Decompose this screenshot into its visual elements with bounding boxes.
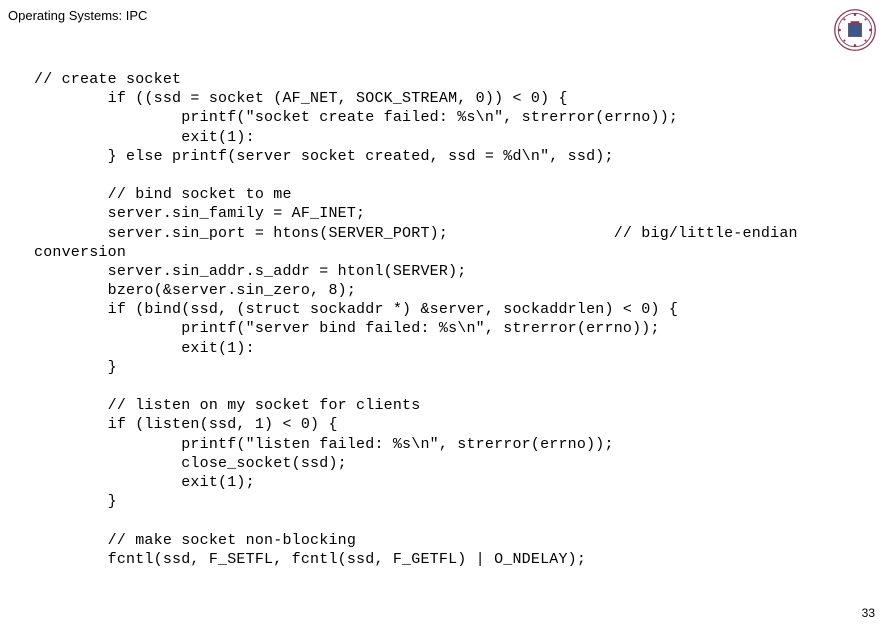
code-line: printf("server bind failed: %s\n", strer… [34, 320, 660, 337]
code-line: close_socket(ssd); [34, 455, 347, 472]
code-line: conversion [34, 244, 126, 261]
code-line: server.sin_port = htons(SERVER_PORT); //… [34, 225, 798, 242]
code-line: printf("socket create failed: %s\n", str… [34, 109, 678, 126]
code-blank [34, 512, 43, 529]
code-line: server.sin_addr.s_addr = htonl(SERVER); [34, 263, 466, 280]
code-blank [34, 167, 43, 184]
code-comment: // listen on my socket for clients [34, 397, 420, 414]
page-number: 33 [862, 606, 875, 620]
code-line: } [34, 493, 117, 510]
code-comment: // create socket [34, 71, 181, 88]
code-line: if (listen(ssd, 1) < 0) { [34, 416, 338, 433]
code-line: } [34, 359, 117, 376]
code-line: if (bind(ssd, (struct sockaddr *) &serve… [34, 301, 678, 318]
code-line: server.sin_family = AF_INET; [34, 205, 365, 222]
code-comment: // make socket non-blocking [34, 532, 356, 549]
slide-header: Operating Systems: IPC [0, 0, 891, 52]
code-line: if ((ssd = socket (AF_NET, SOCK_STREAM, … [34, 90, 568, 107]
code-line: bzero(&server.sin_zero, 8); [34, 282, 356, 299]
code-block: // create socket if ((ssd = socket (AF_N… [34, 70, 857, 569]
slide-content: // create socket if ((ssd = socket (AF_N… [0, 52, 891, 569]
header-title: Operating Systems: IPC [8, 8, 147, 23]
code-line: exit(1): [34, 129, 255, 146]
code-line: printf("listen failed: %s\n", strerror(e… [34, 436, 614, 453]
university-crest-icon [833, 8, 877, 52]
code-line: fcntl(ssd, F_SETFL, fcntl(ssd, F_GETFL) … [34, 551, 586, 568]
code-line: exit(1); [34, 474, 255, 491]
code-blank [34, 378, 43, 395]
code-line: exit(1): [34, 340, 255, 357]
code-comment: // bind socket to me [34, 186, 292, 203]
code-line: } else printf(server socket created, ssd… [34, 148, 614, 165]
